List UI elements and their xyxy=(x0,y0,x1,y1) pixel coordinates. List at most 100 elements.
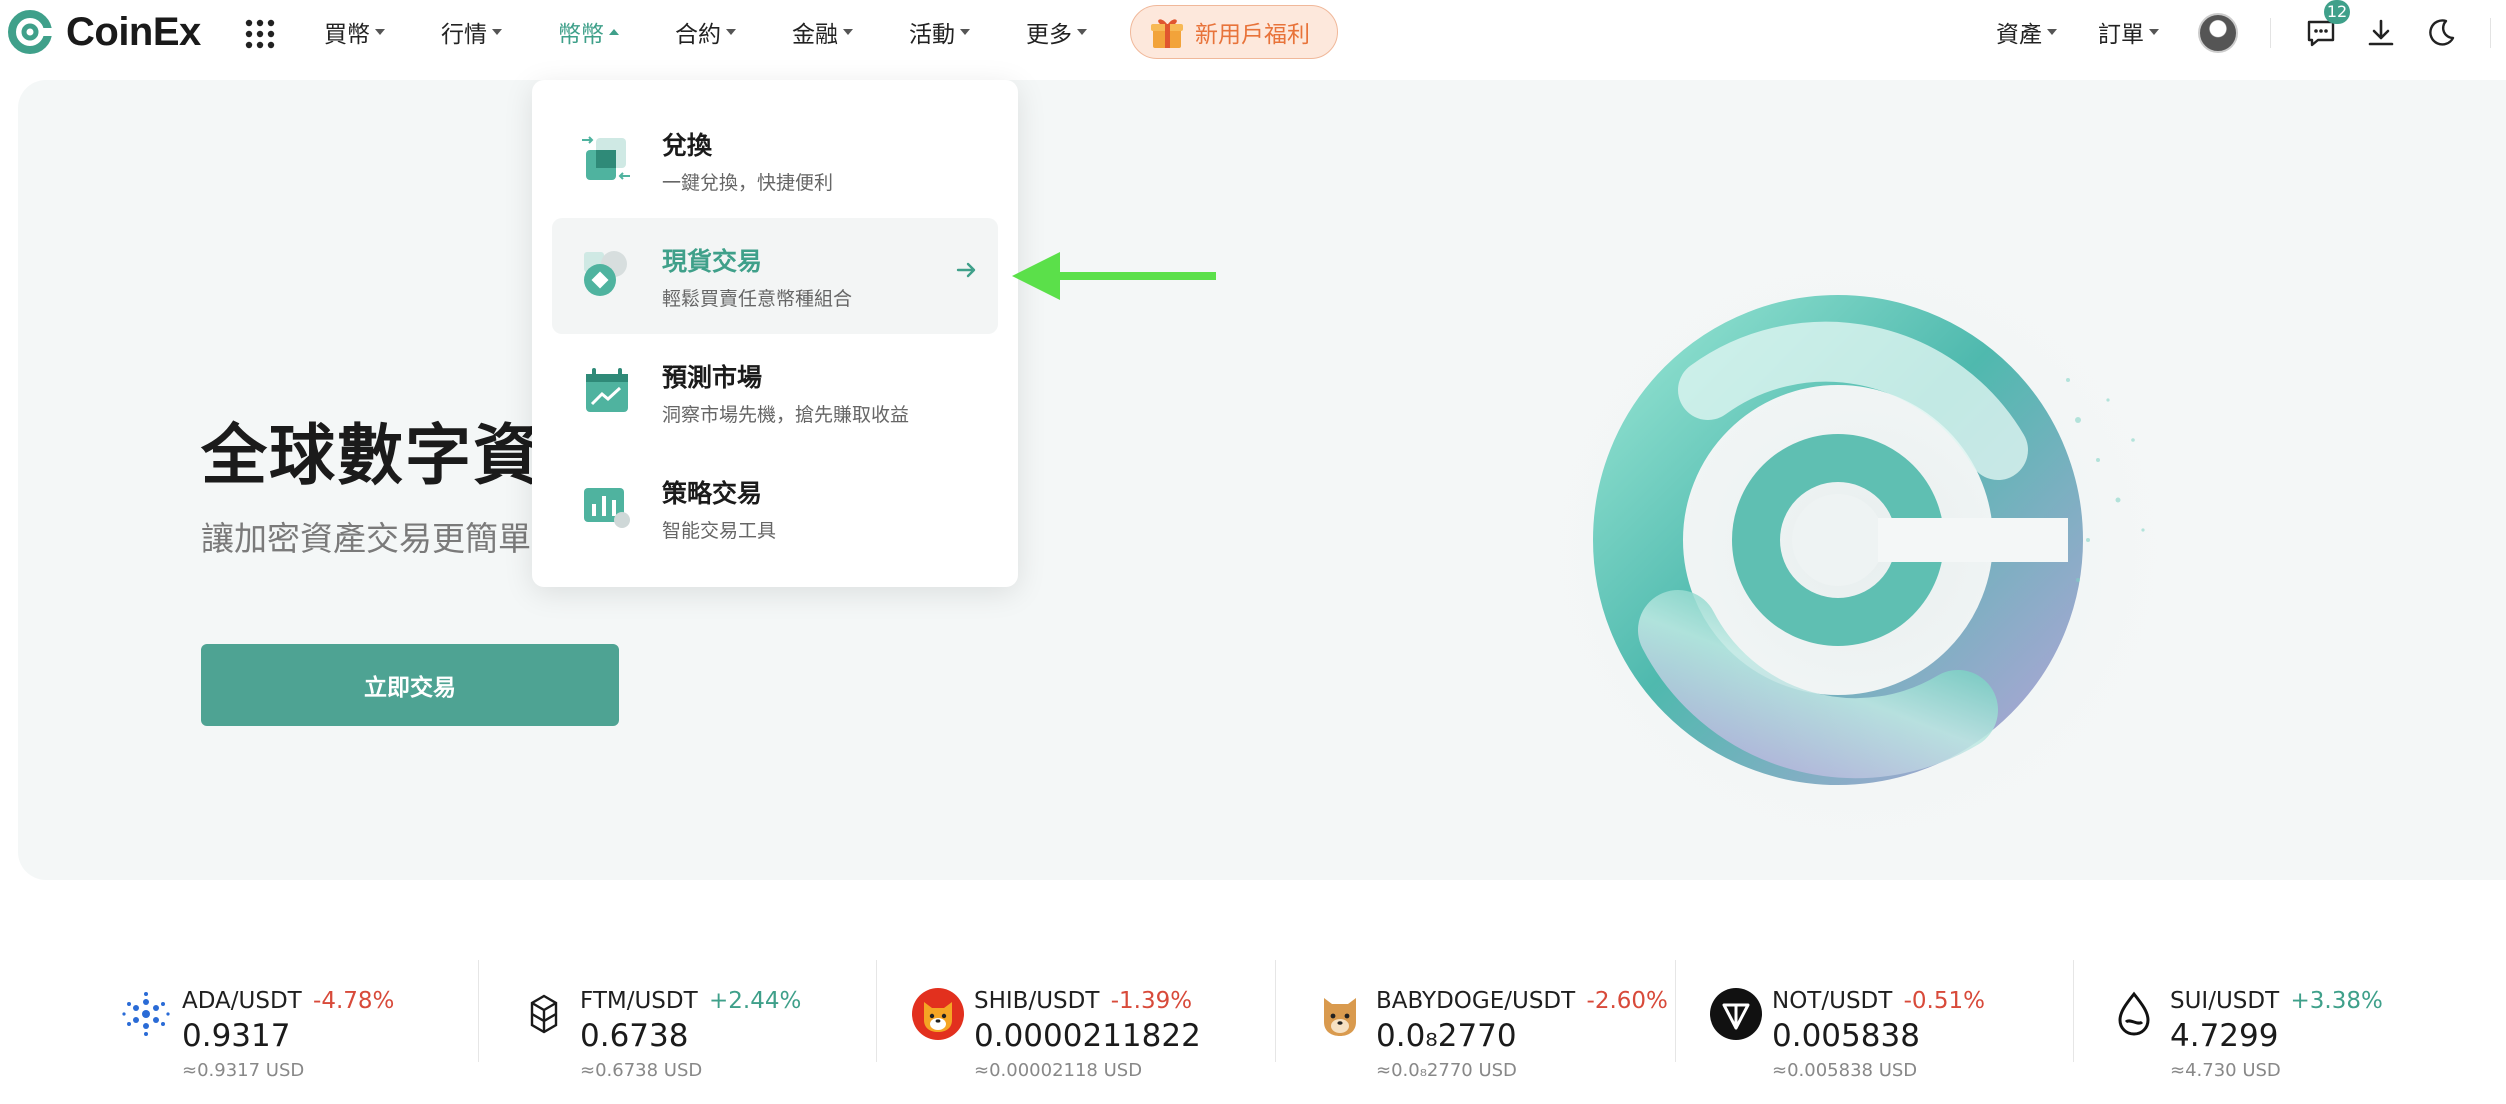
ticker-item-shib[interactable]: SHIB/USDT -1.39% 0.0000211822 ≈0.0000211… xyxy=(912,962,1310,1082)
ticker-change: -0.51% xyxy=(1903,988,1985,1014)
prediction-icon xyxy=(586,368,628,412)
trade-now-button[interactable]: 立即交易 xyxy=(201,644,619,726)
divider xyxy=(478,960,479,1062)
nav-label: 金融 xyxy=(792,22,838,48)
ticker-price: 0.005838 xyxy=(1772,1018,1920,1054)
menu-item-title: 兌換 xyxy=(662,131,713,160)
ticker-usd: ≈0.00002118 USD xyxy=(974,1060,1143,1081)
chevron-down-icon xyxy=(492,29,502,35)
ada-icon xyxy=(122,992,170,1036)
chevron-down-icon xyxy=(375,29,385,35)
ticker-item-sui[interactable]: SUI/USDT +3.38% 4.7299 ≈4.730 USD xyxy=(2108,962,2506,1082)
app-grid-icon[interactable] xyxy=(244,18,276,50)
menu-item-title: 現貨交易 xyxy=(662,247,763,276)
menu-item-spot-trading[interactable]: 現貨交易 輕鬆買賣任意幣種組合 xyxy=(552,218,998,334)
ticker-change: -1.39% xyxy=(1110,988,1193,1014)
orders-label: 訂單 xyxy=(2098,22,2144,48)
nav-label: 活動 xyxy=(909,22,955,48)
nav-buy-crypto[interactable]: 買幣 xyxy=(324,14,385,50)
menu-item-prediction-market[interactable]: 預測市場 洞察市場先機，搶先賺取收益 xyxy=(552,334,998,450)
nav-markets[interactable]: 行情 xyxy=(441,14,502,50)
sui-icon xyxy=(2118,991,2150,1036)
assets-menu[interactable]: 資產 xyxy=(1996,14,2057,50)
menu-item-title: 預測市場 xyxy=(662,363,763,392)
menu-item-desc: 智能交易工具 xyxy=(662,520,777,542)
ticker-pair: SHIB/USDT -1.39% xyxy=(974,988,1193,1014)
user-avatar[interactable] xyxy=(2198,13,2238,53)
menu-item-desc: 輕鬆買賣任意幣種組合 xyxy=(662,288,853,310)
ticker-item-ada[interactable]: ADA/USDT -4.78% 0.9317 ≈0.9317 USD xyxy=(120,962,518,1082)
chevron-down-icon xyxy=(2047,29,2057,35)
nav-label: 行情 xyxy=(441,22,487,48)
nav-activities[interactable]: 活動 xyxy=(909,14,970,50)
assets-label: 資產 xyxy=(1996,22,2042,48)
hero-banner: 全球數字資產 讓加密資產交易更簡單 立即交易 xyxy=(18,80,2506,880)
strategy-icon xyxy=(584,488,630,528)
menu-item-strategy-trading[interactable]: 策略交易 智能交易工具 xyxy=(552,450,998,566)
nav-label: 買幣 xyxy=(324,22,370,48)
market-ticker: ADA/USDT -4.78% 0.9317 ≈0.9317 USD FTM/U… xyxy=(0,940,2506,1082)
pointer-arrow-icon xyxy=(1012,252,1216,300)
divider xyxy=(2490,18,2491,48)
nav-label: 幣幣 xyxy=(558,22,604,48)
chevron-down-icon xyxy=(960,29,970,35)
shib-icon xyxy=(912,988,964,1040)
arrow-right-icon xyxy=(956,262,976,278)
coinex-3d-logo-illustration xyxy=(1498,210,2218,880)
ticker-price: 0.0₈2770 xyxy=(1376,1018,1517,1054)
ticker-price: 4.7299 xyxy=(2170,1018,2279,1054)
nav-finance[interactable]: 金融 xyxy=(792,14,853,50)
divider xyxy=(1675,960,1676,1062)
ticker-change: -2.60% xyxy=(1586,988,1668,1014)
top-nav: CoinEx 買幣 行情 幣幣 合約 金融 活動 更多 新用戶福利 資產 訂單 … xyxy=(0,0,2506,66)
new-user-bonus-button[interactable]: 新用戶福利 xyxy=(1130,5,1338,59)
download-icon[interactable] xyxy=(2364,16,2398,50)
ticker-item-babydoge[interactable]: BABYDOGE/USDT -2.60% 0.0₈2770 ≈0.0₈2770 … xyxy=(1314,962,1712,1082)
coinex-logo[interactable]: CoinEx xyxy=(6,8,201,56)
menu-item-convert[interactable]: 兌換 一鍵兌換，快捷便利 xyxy=(552,102,998,218)
menu-item-desc: 一鍵兌換，快捷便利 xyxy=(662,172,834,194)
menu-item-desc: 洞察市場先機，搶先賺取收益 xyxy=(662,404,910,426)
divider xyxy=(2270,18,2271,48)
chevron-down-icon xyxy=(2149,29,2159,35)
ticker-pair: ADA/USDT -4.78% xyxy=(182,988,395,1014)
ticker-usd: ≈4.730 USD xyxy=(2170,1060,2281,1081)
ticker-pair: FTM/USDT +2.44% xyxy=(580,988,802,1014)
nav-spot[interactable]: 幣幣 xyxy=(558,14,619,50)
orders-menu[interactable]: 訂單 xyxy=(2098,14,2159,50)
chevron-down-icon xyxy=(843,29,853,35)
spot-dropdown-menu: 兌換 一鍵兌換，快捷便利 現貨交易 輕鬆買賣任意幣種組合 預測市場 洞察市場先機… xyxy=(532,80,1018,587)
nav-label: 更多 xyxy=(1026,22,1072,48)
ticker-change: -4.78% xyxy=(313,988,395,1014)
exchange-icon xyxy=(582,136,630,180)
ticker-usd: ≈0.9317 USD xyxy=(182,1060,305,1081)
ftm-icon xyxy=(530,994,558,1034)
menu-item-title: 策略交易 xyxy=(662,479,763,508)
divider xyxy=(876,960,877,1062)
ticker-pair: NOT/USDT -0.51% xyxy=(1772,988,1985,1014)
nav-label: 合約 xyxy=(675,22,721,48)
ticker-item-ftm[interactable]: FTM/USDT +2.44% 0.6738 ≈0.6738 USD xyxy=(518,962,916,1082)
spot-icon xyxy=(584,251,627,296)
coinex-logo-icon xyxy=(8,10,54,54)
chevron-down-icon xyxy=(1077,29,1087,35)
dark-mode-icon[interactable] xyxy=(2424,16,2458,50)
ticker-usd: ≈0.005838 USD xyxy=(1772,1060,1918,1081)
ticker-usd: ≈0.0₈2770 USD xyxy=(1376,1060,1517,1081)
ticker-change: +3.38% xyxy=(2290,988,2383,1014)
hero-subtitle: 讓加密資產交易更簡單 xyxy=(201,519,531,558)
not-icon xyxy=(1710,988,1762,1040)
ticker-price: 0.0000211822 xyxy=(974,1018,1201,1054)
ticker-item-not[interactable]: NOT/USDT -0.51% 0.005838 ≈0.005838 USD xyxy=(1710,962,2108,1082)
chevron-down-icon xyxy=(726,29,736,35)
ticker-price: 0.9317 xyxy=(182,1018,291,1054)
divider xyxy=(1275,960,1276,1062)
ticker-change: +2.44% xyxy=(708,988,802,1014)
ticker-usd: ≈0.6738 USD xyxy=(580,1060,703,1081)
logo-text: CoinEx xyxy=(66,9,201,54)
ticker-pair: SUI/USDT +3.38% xyxy=(2170,988,2383,1014)
ticker-price: 0.6738 xyxy=(580,1018,689,1054)
nav-futures[interactable]: 合約 xyxy=(675,14,736,50)
nav-more[interactable]: 更多 xyxy=(1026,14,1087,50)
chevron-up-icon xyxy=(609,29,619,35)
